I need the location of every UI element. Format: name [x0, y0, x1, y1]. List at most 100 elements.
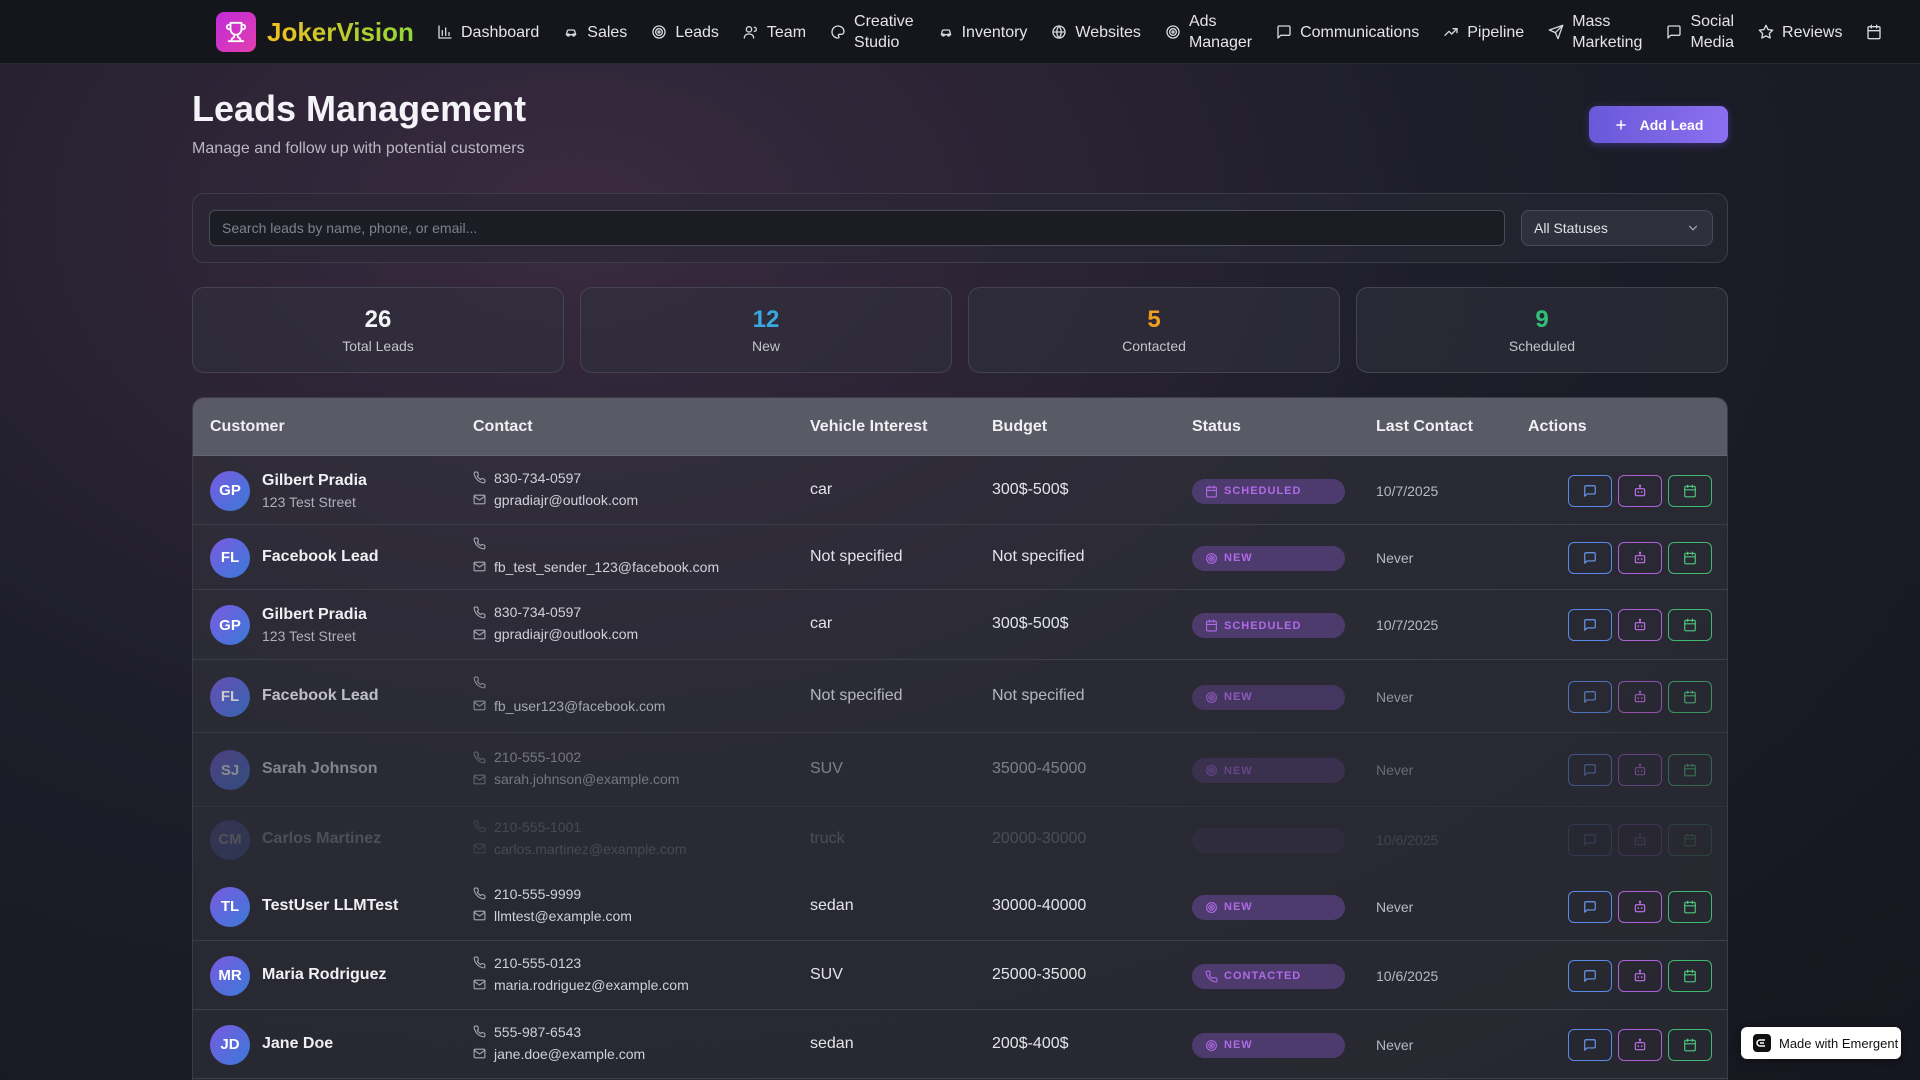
- column-header-actions[interactable]: Actions: [1528, 418, 1587, 436]
- contact-phone[interactable]: 210-555-1002: [473, 749, 581, 765]
- table-row[interactable]: MR Maria Rodriguez 210-555-0123 maria.rodri…: [193, 941, 1727, 1010]
- schedule-button[interactable]: [1668, 680, 1712, 713]
- customer-name: Jane Doe: [262, 1034, 334, 1052]
- table-row[interactable]: JD Jane Doe 555-987-6543 jane.doe@example.c…: [193, 1010, 1727, 1079]
- table-row[interactable]: CM Carlos Martinez 210-555-1001 carlos.mart…: [193, 807, 1727, 872]
- contact-email[interactable]: carlos.martinez@example.com: [473, 841, 686, 857]
- status-filter-select[interactable]: All Statuses: [1521, 210, 1713, 246]
- stat-value: 5: [1147, 306, 1161, 333]
- search-input[interactable]: [209, 210, 1505, 246]
- contact-email[interactable]: fb_test_sender_123@facebook.com: [473, 559, 719, 575]
- message-button[interactable]: [1568, 474, 1612, 507]
- nav-item-calendar[interactable]: [1866, 24, 1890, 40]
- message-button[interactable]: [1568, 959, 1612, 992]
- customer-address: 123 Test Street: [262, 493, 356, 510]
- nav-item-social-media[interactable]: Social Media: [1666, 11, 1734, 53]
- nav-item-label: Ads Manager: [1188, 13, 1253, 51]
- schedule-button[interactable]: [1668, 1028, 1712, 1061]
- schedule-button[interactable]: [1668, 823, 1712, 856]
- ai-assistant-button[interactable]: [1618, 609, 1662, 641]
- message-button[interactable]: [1568, 890, 1612, 923]
- column-header-vehicle-interest[interactable]: Vehicle Interest: [810, 418, 927, 436]
- contact-phone[interactable]: 830-734-0597: [473, 470, 581, 486]
- target-icon: [1206, 691, 1217, 703]
- budget: 300$-500$: [992, 615, 1069, 632]
- trending-up-icon: [1444, 27, 1458, 36]
- schedule-button[interactable]: [1668, 754, 1712, 786]
- nav-item-creative-studio[interactable]: Creative Studio: [830, 11, 914, 53]
- table-row[interactable]: FL Facebook Lead fb_user123@facebook.com No…: [193, 660, 1727, 733]
- contact-email[interactable]: gpradiajr@outlook.com: [473, 492, 638, 508]
- ai-assistant-button[interactable]: [1618, 823, 1662, 856]
- contact-email[interactable]: sarah.johnson@example.com: [473, 771, 679, 787]
- table-row[interactable]: FL Facebook Lead fb_test_sender_123@facebo…: [193, 525, 1727, 590]
- made-with-badge[interactable]: Made with Emergent: [1741, 1027, 1901, 1059]
- nav-item-sales[interactable]: Sales: [563, 22, 627, 43]
- customer-name: Gilbert Pradia: [262, 471, 367, 489]
- contact-phone[interactable]: [473, 676, 494, 689]
- message-button[interactable]: [1568, 541, 1612, 574]
- schedule-button[interactable]: [1668, 541, 1712, 574]
- status-text: NEW: [1224, 1039, 1253, 1051]
- contact-email[interactable]: gpradiajr@outlook.com: [473, 626, 638, 642]
- message-button[interactable]: [1568, 1028, 1612, 1061]
- message-button[interactable]: [1568, 754, 1612, 786]
- app-logo[interactable]: JokerVision: [216, 12, 414, 52]
- nav-item-communications[interactable]: Communications: [1276, 22, 1419, 43]
- contact-phone[interactable]: 555-987-6543: [473, 1024, 581, 1040]
- nav-item-inventory[interactable]: Inventory: [938, 22, 1027, 43]
- message-button[interactable]: [1568, 680, 1612, 713]
- ai-assistant-button[interactable]: [1618, 890, 1662, 923]
- table-row[interactable]: GP Gilbert Pradia 123 Test Street 830-734-0…: [193, 456, 1727, 525]
- ai-assistant-button[interactable]: [1618, 959, 1662, 992]
- phone-text: 210-555-9999: [494, 885, 582, 902]
- nav-item-dashboard[interactable]: Dashboard: [437, 22, 539, 43]
- table-row[interactable]: SJ Sarah Johnson 210-555-1002 sarah.johnson…: [193, 733, 1727, 807]
- column-header-contact[interactable]: Contact: [473, 418, 533, 436]
- nav-item-mass-marketing[interactable]: Mass Marketing: [1548, 11, 1642, 53]
- page-subtitle: Manage and follow up with potential cust…: [192, 140, 525, 157]
- nav-item-team[interactable]: Team: [743, 22, 806, 43]
- add-lead-button[interactable]: Add Lead: [1589, 106, 1728, 143]
- contact-phone[interactable]: [473, 537, 494, 550]
- ai-assistant-button[interactable]: [1618, 1028, 1662, 1061]
- schedule-button[interactable]: [1668, 609, 1712, 641]
- message-button[interactable]: [1568, 823, 1612, 856]
- car-icon: [940, 29, 951, 37]
- contact-email[interactable]: jane.doe@example.com: [473, 1046, 645, 1062]
- ai-assistant-button[interactable]: [1618, 754, 1662, 786]
- email-text: fb_user123@facebook.com: [494, 697, 666, 714]
- bot-icon: [1634, 484, 1646, 496]
- contact-email[interactable]: llmtest@example.com: [473, 908, 632, 924]
- schedule-button[interactable]: [1668, 890, 1712, 923]
- nav-item-pipeline[interactable]: Pipeline: [1443, 22, 1524, 43]
- ai-assistant-button[interactable]: [1618, 680, 1662, 713]
- contact-phone[interactable]: 210-555-1001: [473, 819, 581, 835]
- column-header-budget[interactable]: Budget: [992, 418, 1047, 436]
- column-header-customer[interactable]: Customer: [210, 418, 285, 436]
- contact-phone[interactable]: 210-555-0123: [473, 955, 581, 971]
- schedule-button[interactable]: [1668, 474, 1712, 507]
- contact-phone[interactable]: 210-555-9999: [473, 886, 581, 902]
- table-row[interactable]: GP Gilbert Pradia 123 Test Street 830-734-0…: [193, 590, 1727, 660]
- schedule-button[interactable]: [1668, 959, 1712, 992]
- contact-phone[interactable]: 830-734-0597: [473, 604, 581, 620]
- status-badge: SCHEDULED: [1192, 613, 1345, 638]
- ai-assistant-button[interactable]: [1618, 541, 1662, 574]
- contact-email[interactable]: fb_user123@facebook.com: [473, 698, 665, 714]
- ai-assistant-button[interactable]: [1618, 474, 1662, 507]
- customer-address: 123 Test Street: [262, 628, 356, 644]
- nav-item-ads-manager[interactable]: Ads Manager: [1165, 11, 1252, 53]
- mail-icon: [473, 843, 486, 854]
- column-header-last-contact[interactable]: Last Contact: [1376, 418, 1473, 436]
- column-header-status[interactable]: Status: [1192, 418, 1241, 436]
- table-row[interactable]: TL TestUser LLMTest 210-555-9999 llmtest@ex…: [193, 872, 1727, 941]
- nav-item-websites[interactable]: Websites: [1051, 22, 1141, 43]
- last-contact: 10/7/2025: [1376, 617, 1439, 633]
- nav-item-leads[interactable]: Leads: [651, 22, 719, 43]
- bot-icon: [1634, 763, 1646, 776]
- message-button[interactable]: [1568, 609, 1612, 641]
- nav-item-reviews[interactable]: Reviews: [1758, 22, 1842, 43]
- nav-item-label: Reviews: [1782, 23, 1843, 41]
- contact-email[interactable]: maria.rodriguez@example.com: [473, 977, 689, 993]
